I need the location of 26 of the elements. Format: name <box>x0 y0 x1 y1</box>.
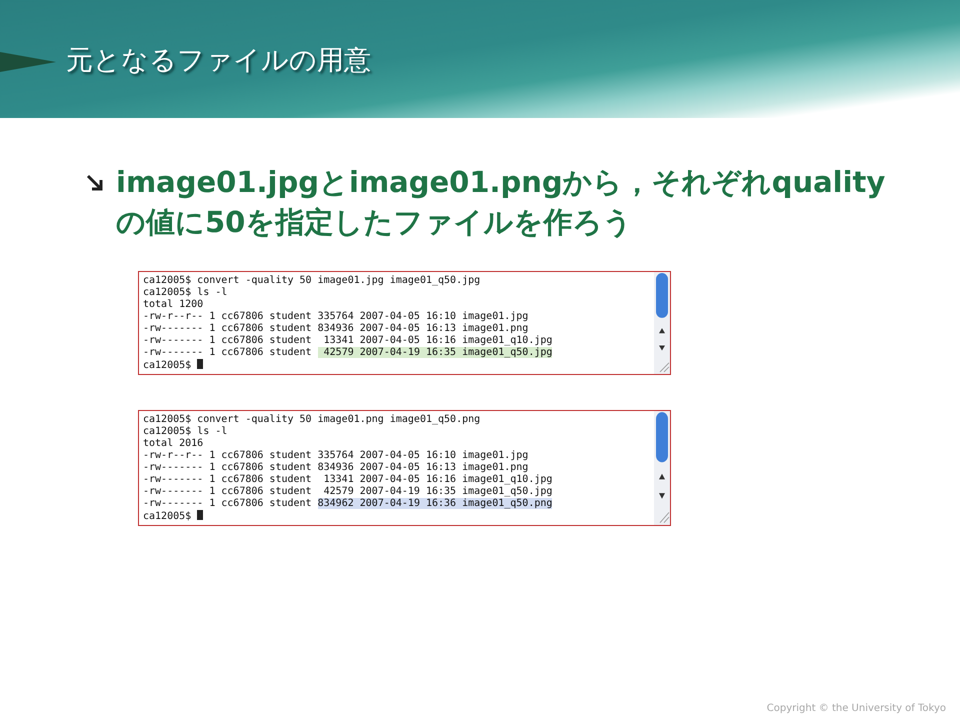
terminal-line: -rw------- 1 cc67806 student 13341 2007-04-05 16:16 image01_q10.jpg <box>143 474 552 485</box>
terminal-line: -rw------- 1 cc67806 student 42579 2007-04-19 16:35 image01_q50.jpg <box>143 486 552 497</box>
terminal-line: -rw------- 1 cc67806 student 13341 2007-04-05 16:16 image01_q10.jpg <box>143 335 552 346</box>
terminal-line: -rw------- 1 cc67806 student 834936 2007-04-05 16:13 image01.png <box>143 462 528 473</box>
terminal-line: -rw------- 1 cc67806 student 834936 2007-04-05 16:13 image01.png <box>143 323 528 334</box>
terminal-line: ca12005$ convert -quality 50 image01.jpg image01_q50.jpg <box>143 275 480 286</box>
terminal-line: ca12005$ ls -l <box>143 287 228 298</box>
terminal-line: total 1200 <box>143 299 204 310</box>
terminal-line: -rw-r--r-- 1 cc67806 student 335764 2007-04-05 16:10 image01.jpg <box>143 450 528 461</box>
terminal-line: -rw------- 1 cc67806 student <box>143 498 313 509</box>
copyright-text: Copyright © the University of Tokyo <box>766 703 946 714</box>
scrollbar-drawing[interactable] <box>654 411 670 525</box>
highlighted-text: 42579 2007-04-19 16:35 image01_q50.jpg <box>318 347 552 358</box>
terminal-line: ca12005$ ls -l <box>143 426 228 437</box>
triangle-icon <box>0 52 56 72</box>
highlighted-text: 834962 2007-04-19 16:36 image01_q50.png <box>318 498 552 509</box>
cursor-icon <box>197 359 204 369</box>
scrollbar-drawing[interactable] <box>654 272 670 374</box>
terminal-line: -rw-r--r-- 1 cc67806 student 335764 2007-04-05 16:10 image01.jpg <box>143 311 528 322</box>
terminal-line: -rw------- 1 cc67806 student <box>143 347 313 358</box>
terminal-prompt: ca12005$ <box>143 511 192 522</box>
terminal-line: total 2016 <box>143 438 204 449</box>
slide-title: 元となるファイルの用意 <box>66 44 371 78</box>
terminal-prompt: ca12005$ <box>143 360 192 371</box>
cursor-icon <box>197 510 204 520</box>
terminal-line: ca12005$ convert -quality 50 image01.png image01_q50.png <box>143 414 480 425</box>
